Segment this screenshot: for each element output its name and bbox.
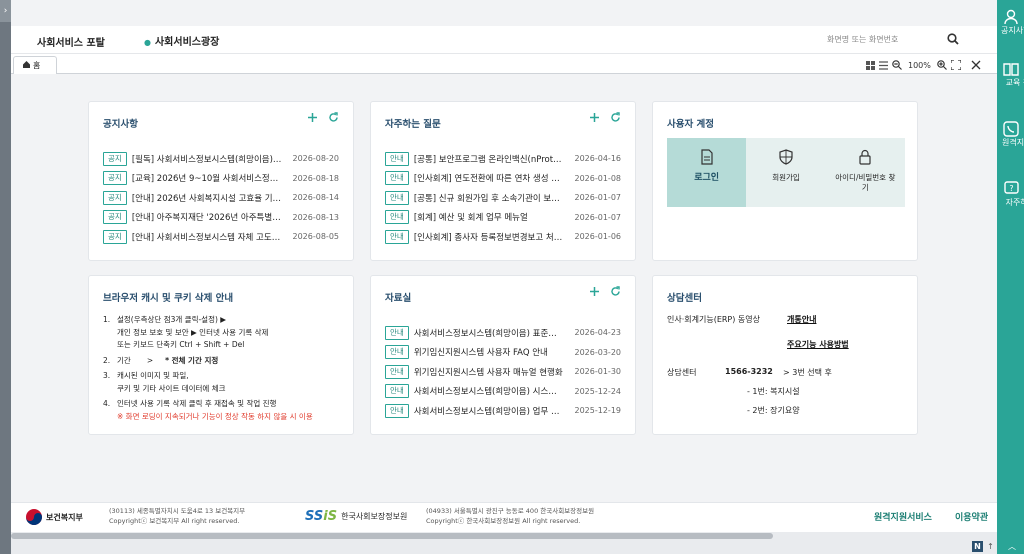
book-icon: [997, 60, 1024, 78]
taeguk-icon: [26, 509, 42, 525]
remote-support-link[interactable]: 원격지원서비스: [874, 510, 932, 523]
cache-guide-card: 브라우저 캐시 및 쿠키 삭제 안내 1. 설정(우측상단 점3개 클릭-설정) …: [88, 275, 354, 435]
list-item[interactable]: 안내 [인사회계] 연도전환에 따른 연차 생성 방법 2026-01-08: [385, 169, 621, 189]
zoom-in-icon[interactable]: [937, 60, 947, 70]
scroll-up-icon[interactable]: ↑: [985, 541, 996, 552]
footer: 보건복지부 (30113) 세종특별자치시 도움4로 13 보건복지부 Copy…: [11, 502, 997, 532]
scrollbar-thumb[interactable]: [11, 533, 773, 539]
faq-card: 자주하는 질문 안내[공통] 보안프로그램 온라인백신(nProtect) 설치…: [370, 101, 636, 261]
list-view-icon[interactable]: [879, 60, 888, 70]
zoom-level: 100%: [908, 60, 931, 70]
faq-title: 자주하는 질문: [385, 119, 441, 130]
counsel-phone: 1566-3232: [725, 367, 773, 376]
list-item[interactable]: 안내 사회서비스정보시스템(희망이음) 업무 매뉴얼 2025-12-19: [385, 401, 621, 421]
mohw-logo: 보건복지부: [25, 508, 83, 526]
list-item[interactable]: 안내 [회계] 예산 및 회계 업무 메뉴얼 2026-01-07: [385, 208, 621, 228]
quick-notice[interactable]: 공지사항: [997, 8, 1024, 36]
home-icon: [23, 61, 30, 68]
refresh-icon[interactable]: [610, 112, 621, 123]
plus-icon[interactable]: [307, 112, 318, 123]
search-input[interactable]: 화면명 또는 화면번호: [827, 34, 898, 45]
header: 사회서비스 포탈 ● 사회서비스광장 화면명 또는 화면번호: [11, 26, 997, 54]
collapse-icon[interactable]: ︿: [1000, 541, 1024, 552]
list-item[interactable]: 안내 위기임신지원시스템 사용자 FAQ 안내 2026-03-20: [385, 343, 621, 363]
bullet-icon: ●: [144, 38, 151, 47]
tab-home[interactable]: 홈: [13, 56, 57, 74]
opening-guide-link[interactable]: 개통안내: [787, 314, 816, 325]
quick-menu-rail: 공지사항 교육 홈페이지 원격지원 서비스 ? 자주하는 질문: [997, 0, 1024, 554]
expand-sidebar-button[interactable]: ›: [0, 0, 11, 22]
list-item[interactable]: 안내[공통] 보안프로그램 온라인백신(nProtect) 설치2026-04-…: [385, 149, 621, 169]
cache-warning: ※ 화면 로딩이 지속되거나 기능이 정상 작동 하지 않을 시 이용: [117, 411, 313, 421]
list-item[interactable]: 안내[공통] 신규 회원가입 후 소속기관이 보이지 않을 때2026-01-0…: [385, 188, 621, 208]
counsel-card: 상담센터 인사·회계기능(ERP) 동영상 개통안내 주요기능 사용방법 상담센…: [652, 275, 918, 435]
quick-remote[interactable]: 원격지원 서비스: [997, 120, 1024, 148]
phone-icon: [997, 120, 1024, 138]
list-item[interactable]: 안내 위기임신지원시스템 사용자 매뉴얼 현행화 2026-01-30: [385, 362, 621, 382]
faq-list: 안내[공통] 보안프로그램 온라인백신(nProtect) 설치2026-04-…: [385, 149, 621, 247]
feature-guide-link[interactable]: 주요기능 사용방법: [787, 339, 849, 350]
list-item[interactable]: 안내 사회서비스정보시스템(희망이음) 표준화 자료 2026-04-23: [385, 323, 621, 343]
counsel-title: 상담센터: [667, 293, 702, 304]
quick-faq[interactable]: ? 자주하는 질문: [997, 180, 1024, 208]
archive-card: 자료실 안내 사회서비스정보시스템(희망이음) 표준화 자료 2026-04-23 …: [370, 275, 636, 435]
quick-edu[interactable]: 교육 홈페이지: [997, 60, 1024, 88]
horizontal-scrollbar[interactable]: [11, 532, 997, 554]
list-item[interactable]: 공지[필독] 사회서비스정보시스템(희망이음) 이용 안내2026-08-20: [103, 149, 339, 169]
notice-card: 공지사항 공지[필독] 사회서비스정보시스템(희망이음) 이용 안내2026-0…: [88, 101, 354, 261]
search-icon[interactable]: [947, 33, 959, 48]
account-actions: 로그인 회원가입 아이디/비밀번호 찾기: [667, 138, 905, 207]
left-rail: ›: [0, 0, 11, 554]
svg-text:?: ?: [1009, 184, 1013, 193]
signup-button[interactable]: 회원가입: [746, 138, 825, 207]
cache-guide-title: 브라우저 캐시 및 쿠키 삭제 안내: [103, 293, 234, 304]
plaza-link[interactable]: ● 사회서비스광장: [144, 33, 219, 48]
list-item[interactable]: 안내 사회서비스정보시스템(희망이음) 시스템 안내 2025-12-24: [385, 382, 621, 402]
notice-list: 공지[필독] 사회서비스정보시스템(희망이음) 이용 안내2026-08-20 …: [103, 149, 339, 247]
fullscreen-icon[interactable]: [950, 60, 961, 70]
cache-guide-steps: 1. 설정(우측상단 점3개 클릭-설정) ▶ 개인 정보 보호 및 보안 ▶ 인…: [103, 314, 343, 423]
refresh-icon[interactable]: [610, 286, 621, 297]
ssis-logo: SSiS 한국사회보장정보원: [305, 509, 408, 524]
plus-icon[interactable]: [589, 112, 600, 123]
list-item[interactable]: 공지[교육] 2026년 9~10월 사회서비스정보시스템 교육2026-08-…: [103, 169, 339, 189]
list-item[interactable]: 안내 [인사회계] 종사자 등록정보변경보고 처리 방법 2026-01-06: [385, 227, 621, 247]
n-badge[interactable]: N: [972, 541, 983, 552]
top-strip: [11, 0, 997, 26]
plus-icon[interactable]: [589, 286, 600, 297]
list-item[interactable]: 공지 [안내] 사회서비스정보시스템 자체 고도화 안내 2026-08-05: [103, 227, 339, 247]
portal-link[interactable]: 사회서비스 포탈: [37, 34, 105, 49]
notice-title: 공지사항: [103, 119, 138, 130]
grid-view-icon[interactable]: [866, 60, 875, 70]
refresh-icon[interactable]: [328, 112, 339, 123]
tab-bar: 홈 100%: [11, 54, 997, 74]
lock-icon: [859, 149, 871, 165]
list-item[interactable]: 공지 [안내] 2026년 사회복지시설 고효율 기기 지원 2026-08-14: [103, 188, 339, 208]
person-icon: [997, 8, 1024, 26]
close-icon[interactable]: [971, 60, 981, 70]
shield-icon: [779, 149, 793, 165]
archive-title: 자료실: [385, 293, 412, 304]
login-button[interactable]: 로그인: [667, 138, 747, 207]
archive-list: 안내 사회서비스정보시스템(희망이음) 표준화 자료 2026-04-23 안내 위기…: [385, 323, 621, 421]
view-tools: 100%: [866, 58, 981, 72]
find-account-button[interactable]: 아이디/비밀번호 찾기: [826, 138, 905, 207]
account-title: 사용자 계정: [667, 119, 715, 130]
account-card: 사용자 계정 로그인 회원가입 아이디/비밀번호 찾기: [652, 101, 918, 261]
terms-link[interactable]: 이용약관: [955, 510, 988, 523]
screen-search[interactable]: 화면명 또는 화면번호: [781, 30, 991, 50]
question-icon: ?: [997, 180, 1024, 198]
document-icon: [701, 149, 713, 165]
zoom-out-icon[interactable]: [892, 60, 902, 70]
list-item[interactable]: 공지[안내] 아주복지재단 '2026년 아주특별 지원사업'2026-08-1…: [103, 208, 339, 228]
dashboard: 공지사항 공지[필독] 사회서비스정보시스템(희망이음) 이용 안내2026-0…: [11, 74, 997, 502]
